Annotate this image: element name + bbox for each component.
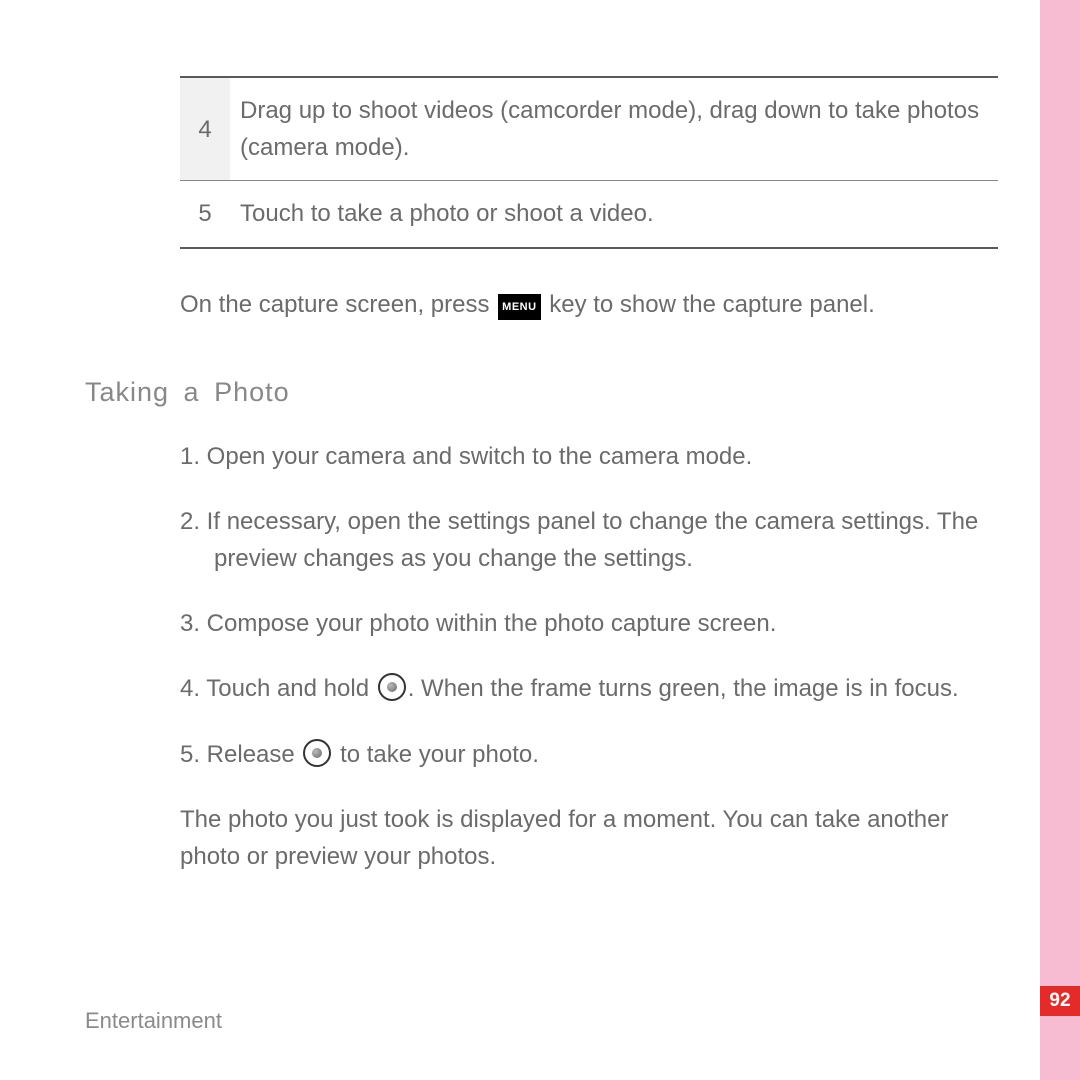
capture-instruction: On the capture screen, press MENU key to… — [180, 287, 1020, 323]
controls-table: 4 Drag up to shoot videos (camcorder mod… — [180, 76, 998, 249]
step5-after: to take your photo. — [333, 741, 538, 768]
row-description: Touch to take a photo or shoot a video. — [230, 181, 998, 248]
section-heading: Taking a Photo — [85, 377, 1020, 408]
after-note: The photo you just took is displayed for… — [180, 801, 980, 875]
shutter-icon — [303, 739, 331, 767]
menu-key-icon: MENU — [498, 294, 540, 321]
capture-text-after: key to show the capture panel. — [549, 291, 875, 318]
side-accent-bar — [1040, 0, 1080, 1080]
capture-text-before: On the capture screen, press — [180, 291, 490, 318]
row-number: 4 — [180, 77, 230, 181]
table-row: 4 Drag up to shoot videos (camcorder mod… — [180, 77, 998, 181]
step4-after: . When the frame turns green, the image … — [408, 675, 959, 702]
list-item: 5. Release to take your photo. — [180, 736, 1020, 773]
list-item: 3. Compose your photo within the photo c… — [180, 605, 1020, 642]
page-number-badge: 92 — [1040, 986, 1080, 1016]
step4-before: 4. Touch and hold — [180, 675, 376, 702]
list-item: 2. If necessary, open the settings panel… — [180, 503, 1020, 577]
table-row: 5 Touch to take a photo or shoot a video… — [180, 181, 998, 248]
list-item: 1. Open your camera and switch to the ca… — [180, 438, 1020, 475]
shutter-icon — [378, 673, 406, 701]
footer-chapter: Entertainment — [85, 1008, 222, 1034]
step5-before: 5. Release — [180, 741, 301, 768]
list-item: 4. Touch and hold . When the frame turns… — [180, 670, 1020, 707]
page-content: 4 Drag up to shoot videos (camcorder mod… — [85, 76, 1020, 899]
row-number: 5 — [180, 181, 230, 248]
row-description: Drag up to shoot videos (camcorder mode)… — [230, 77, 998, 181]
steps-list: 1. Open your camera and switch to the ca… — [180, 438, 1020, 773]
